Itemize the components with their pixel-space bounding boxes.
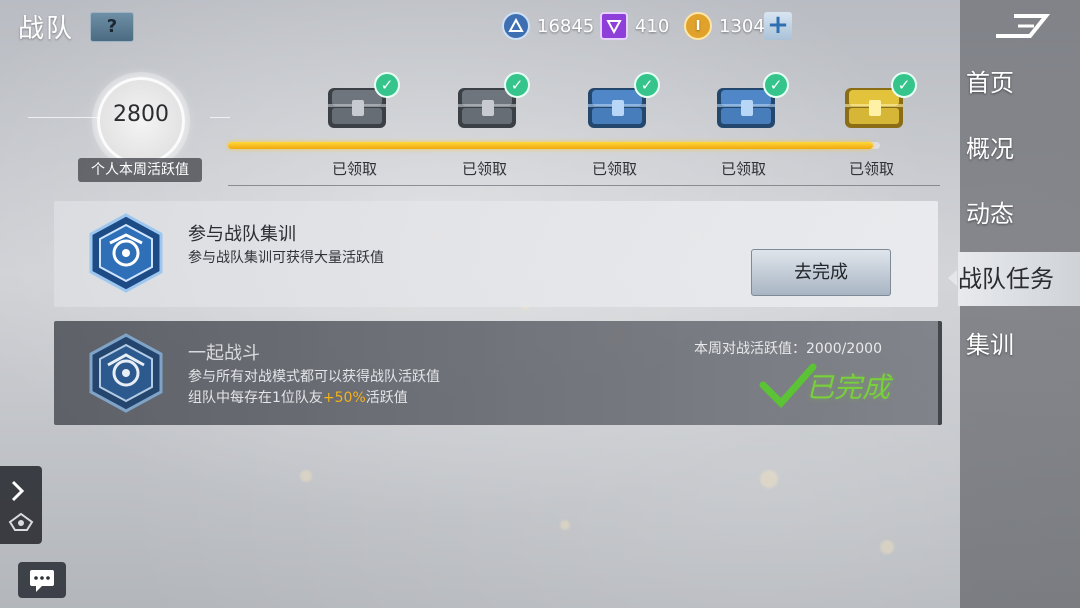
currency-coin: I 1304 <box>684 12 765 40</box>
divider <box>228 185 940 186</box>
activity-value: 2800 <box>113 102 169 127</box>
training-emblem-icon <box>89 213 163 293</box>
go-complete-button[interactable]: 去完成 <box>751 249 891 296</box>
claimed-label: 已领取 <box>332 160 378 178</box>
decorative-line <box>210 117 230 118</box>
claimed-check-icon: ✓ <box>891 72 917 98</box>
nav-item-label: 集训 <box>966 331 1014 359</box>
triangle-badge-icon <box>502 12 530 40</box>
claimed-check-icon: ✓ <box>374 72 400 98</box>
bonus-prefix: 组队中每存在1位队友 <box>188 390 323 406</box>
currency-badge: 16845 <box>502 12 594 40</box>
chat-bubble-icon <box>30 570 54 592</box>
task-description: 参与战队集训可获得大量活跃值 <box>188 250 384 266</box>
claimed-label: 已领取 <box>721 160 767 178</box>
claimed-label: 已领取 <box>592 160 638 178</box>
nav-item-label: 首页 <box>966 69 1014 97</box>
activity-label: 个人本周活跃值 <box>78 158 202 182</box>
nav-item-home[interactable]: 首页 <box>966 56 1080 110</box>
currency-value: 1304 <box>719 15 765 37</box>
expand-arrow-icon <box>11 480 25 502</box>
nav-item-label: 战队任务 <box>958 265 1054 293</box>
currency-value: 16845 <box>537 15 595 37</box>
page-title: 战队 <box>18 14 75 44</box>
chat-button[interactable] <box>18 562 66 598</box>
claimed-label: 已领取 <box>462 160 508 178</box>
task-card-training: 参与战队集训 参与战队集训可获得大量活跃值 去完成 <box>54 201 938 307</box>
purple-gem-icon <box>600 12 628 40</box>
claimed-check-icon: ✓ <box>504 72 530 98</box>
nav-item-label: 动态 <box>966 200 1014 228</box>
currency-gem: 410 <box>600 12 669 40</box>
side-toolbar[interactable] <box>0 466 42 544</box>
currency-value: 410 <box>635 15 670 37</box>
claimed-check-icon: ✓ <box>634 72 660 98</box>
help-button[interactable]: ? <box>90 12 134 42</box>
completed-status: 已完成 <box>806 371 891 404</box>
team-emblem-icon <box>8 512 34 531</box>
task-bonus-line: 组队中每存在1位队友+50%活跃值 <box>188 388 408 409</box>
task-title: 一起战斗 <box>188 343 260 364</box>
battle-emblem-icon <box>89 333 163 413</box>
bonus-suffix: 活跃值 <box>365 390 408 406</box>
nav-item-label: 概况 <box>966 135 1014 163</box>
nav-item-training[interactable]: 集训 <box>966 318 1080 372</box>
nav-item-team-tasks[interactable]: 战队任务 <box>958 252 1080 306</box>
bonus-highlight: +50% <box>322 390 366 406</box>
activity-badge: 2800 个人本周活跃值 <box>70 60 210 182</box>
task-title: 参与战队集训 <box>188 224 296 245</box>
add-currency-button[interactable]: + <box>764 12 792 40</box>
nav-item-overview[interactable]: 概况 <box>966 122 1080 176</box>
task-description: 参与所有对战模式都可以获得战队活跃值 <box>188 369 440 385</box>
active-indicator-arrow <box>948 270 957 286</box>
activity-progress-bar <box>228 142 880 149</box>
gold-coin-icon: I <box>684 12 712 40</box>
game-logo-icon <box>996 14 1051 38</box>
claimed-label: 已领取 <box>849 160 895 178</box>
claimed-check-icon: ✓ <box>763 72 789 98</box>
activity-progress-fill <box>228 142 874 149</box>
weekly-activity-value: 本周对战活跃值：2000/2000 <box>694 341 882 357</box>
right-nav: 首页 概况 动态 战队任务 集训 <box>958 0 1080 608</box>
task-card-battle: 一起战斗 参与所有对战模式都可以获得战队活跃值 组队中每存在1位队友+50%活跃… <box>54 321 942 425</box>
nav-item-news[interactable]: 动态 <box>966 187 1080 241</box>
